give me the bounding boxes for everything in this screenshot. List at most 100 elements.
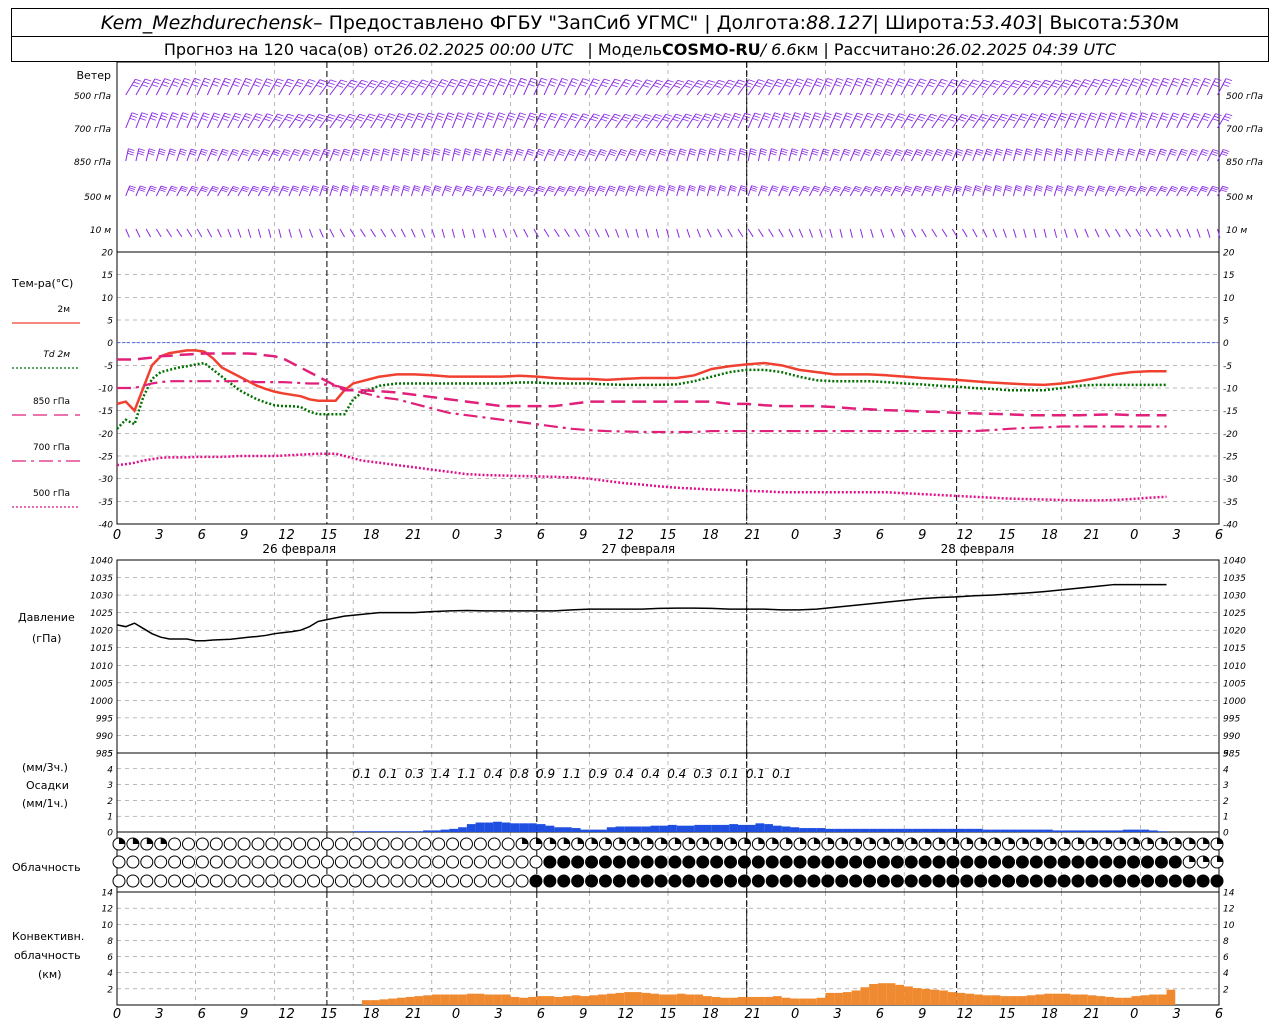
wind-barb-flag <box>1004 188 1012 192</box>
wind-barb-flag <box>1191 151 1198 154</box>
wind-barb-flag <box>920 78 927 82</box>
wind-barb-flag <box>679 150 686 154</box>
wind-barb <box>400 148 405 162</box>
wind-barb-flag <box>548 151 555 154</box>
wind-barb-flag <box>509 80 516 84</box>
wind-barb-flag <box>878 77 885 81</box>
cloud-symbol-fill <box>591 838 598 844</box>
wind-barb <box>502 228 508 238</box>
wind-barb-flag <box>1203 115 1210 119</box>
wind-barb-flag <box>706 82 713 86</box>
wind-barb-flag <box>1200 189 1207 193</box>
cloud-symbol <box>418 874 432 888</box>
wind-barb-flag <box>1159 152 1166 156</box>
wind-barb-flag <box>1223 149 1230 152</box>
wind-barb-flag <box>393 185 400 188</box>
wind-barb-flag <box>496 150 503 154</box>
conv-bar <box>475 993 485 1005</box>
wind-barb-flag <box>822 152 829 156</box>
wind-barb-flag <box>844 117 851 121</box>
wind-barb-flag <box>266 78 274 82</box>
wind-barb-flag <box>896 118 903 122</box>
wind-barb-flag <box>392 188 399 192</box>
wind-barb-flag <box>443 152 450 156</box>
precip-bar <box>1000 829 1010 832</box>
wind-barb-flag <box>476 117 483 121</box>
wind-barb-flag <box>751 185 758 189</box>
wind-barb-flag <box>906 185 913 189</box>
wind-barb-flag <box>1063 82 1070 85</box>
wind-barb <box>849 228 853 238</box>
wind-barb <box>1166 228 1172 238</box>
precip-bar <box>563 827 572 832</box>
wind-barb <box>196 112 205 129</box>
wind-barb-flag <box>653 116 661 120</box>
wind-barb-flag <box>1122 81 1129 85</box>
conv-bar <box>1105 996 1115 1005</box>
conv-bar <box>1000 996 1010 1005</box>
x-tick-label-bottom: 21 <box>1084 1007 1101 1022</box>
wind-barb-flag <box>182 112 189 116</box>
wind-barb-flag <box>339 113 346 117</box>
wind-barb <box>492 78 502 96</box>
cloud-symbol <box>960 874 974 888</box>
wind-barb-flag <box>317 116 324 120</box>
wind-barb-flag <box>457 115 464 118</box>
cloud-symbol <box>946 874 960 888</box>
wind-barb-flag <box>1020 115 1027 119</box>
wind-barb-flag <box>428 112 435 116</box>
conv-bar <box>1009 996 1018 1005</box>
conv-bar <box>1026 995 1036 1005</box>
wind-barb-flag <box>274 84 281 88</box>
wind-barb-flag <box>583 113 590 117</box>
wind-barb-flag <box>458 84 465 88</box>
wind-barb-flag <box>770 189 778 192</box>
wind-barb-flag <box>352 187 359 190</box>
wind-barb-flag <box>1204 78 1212 81</box>
wind-barb-flag <box>914 153 922 157</box>
wind-barb <box>645 228 649 238</box>
wind-barb-flag <box>837 77 844 81</box>
cloud-symbol <box>1127 855 1141 869</box>
precip-bar <box>431 830 441 832</box>
wind-barb <box>349 79 363 96</box>
wind-barb-flag <box>782 117 789 121</box>
x-tick-label-bottom: 3 <box>494 1007 502 1022</box>
cloud-symbol <box>237 837 251 851</box>
wind-barb-flag <box>127 152 134 156</box>
wind-barb-flag <box>1191 83 1198 87</box>
wind-barb-flag <box>1088 117 1095 121</box>
cloud-symbol <box>334 855 348 869</box>
wind-barb-flag <box>969 84 976 88</box>
wind-barb-flag <box>315 118 322 122</box>
wind-barb-flag <box>686 82 693 86</box>
wind-barb-flag <box>488 112 495 116</box>
wind-barb-flag <box>814 115 821 118</box>
precip-total: 1.1 <box>562 767 581 781</box>
wind-barb <box>451 112 459 129</box>
temp-tick-left: -5 <box>104 362 113 372</box>
wind-barb-flag <box>1222 151 1229 154</box>
wind-barb-flag <box>262 187 269 191</box>
conv-bar <box>589 995 599 1005</box>
wind-barb-flag <box>618 187 625 191</box>
wind-barb <box>1043 185 1048 197</box>
wind-barb-flag <box>1097 150 1104 154</box>
wind-barb-flag <box>129 117 136 121</box>
wind-barb <box>788 148 793 162</box>
wind-barb-flag <box>327 116 334 120</box>
wind-barb-flag <box>179 189 187 193</box>
cloud-symbol-fill <box>1105 838 1112 844</box>
wind-barb <box>441 148 446 162</box>
prec-tick-left: 3 <box>107 781 113 791</box>
wind-barb-flag <box>649 150 657 154</box>
wind-barb-flag <box>593 78 600 82</box>
wind-barb-flag <box>128 148 135 152</box>
cloud-symbol <box>904 855 918 869</box>
wind-barb-flag <box>886 149 893 152</box>
cloud-symbol <box>626 874 640 888</box>
wind-barb <box>727 148 731 162</box>
wind-barb <box>186 228 193 238</box>
wind-barb <box>1115 112 1122 129</box>
wind-barb-flag <box>716 82 723 86</box>
